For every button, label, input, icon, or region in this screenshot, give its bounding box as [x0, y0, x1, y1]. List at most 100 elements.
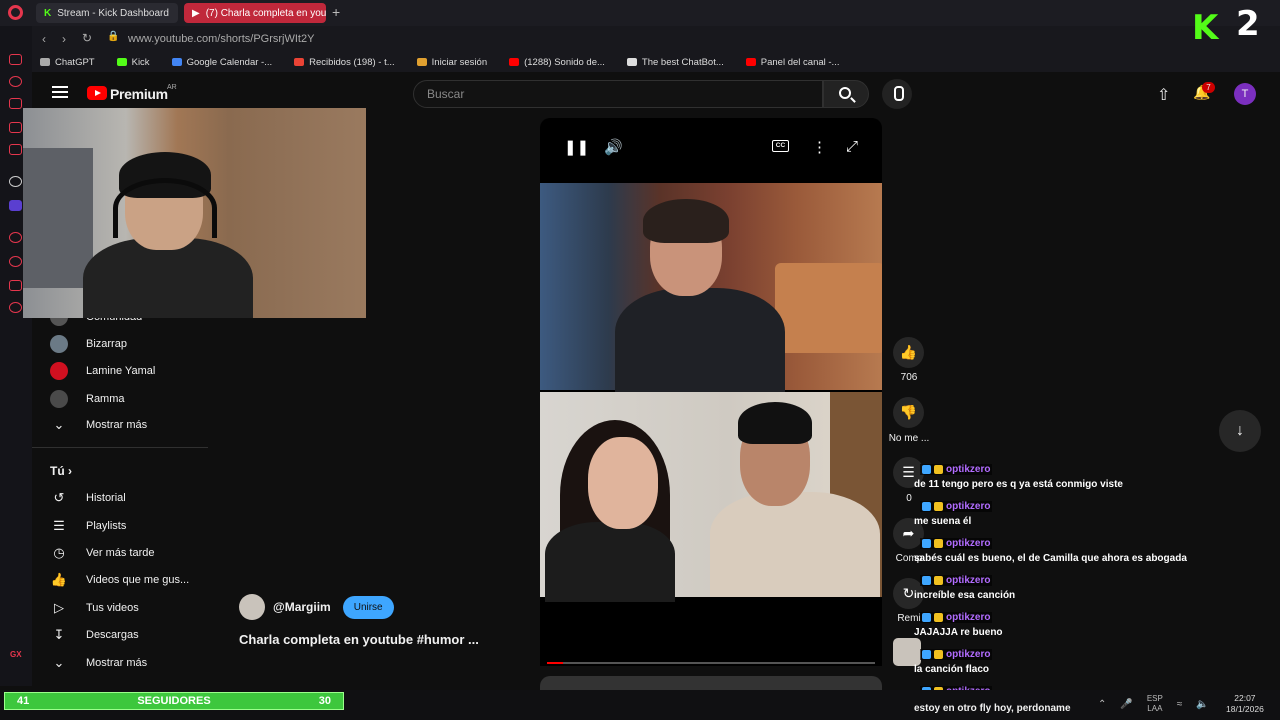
- sidebar-item-ramma[interactable]: Ramma: [50, 390, 125, 408]
- sidebar-item-watch-later[interactable]: ◷ Ver más tarde: [50, 545, 154, 561]
- dislike-button[interactable]: 👎: [893, 397, 924, 428]
- lock-icon: 🔒: [107, 31, 120, 42]
- opera-logo-icon[interactable]: [8, 5, 23, 20]
- new-tab-button[interactable]: +: [332, 4, 340, 20]
- sidebar-settings-icon[interactable]: [9, 302, 22, 313]
- sidebar-item-playlists[interactable]: ☰ Playlists: [50, 518, 126, 534]
- volume-icon[interactable]: 🔊: [604, 138, 623, 156]
- next-short-preview[interactable]: [540, 676, 882, 690]
- wifi-icon[interactable]: ≈: [1177, 699, 1183, 710]
- url-field[interactable]: www.youtube.com/shorts/PGrsrjWIt2Y: [128, 33, 314, 45]
- sidebar-item-historial[interactable]: ↺ Historial: [50, 490, 126, 506]
- you-section: ↺ Historial ☰ Playlists ◷ Ver más tarde 👍 Vi…: [32, 480, 208, 680]
- avatar[interactable]: T: [1234, 83, 1256, 105]
- channel-avatar[interactable]: [239, 594, 265, 620]
- download-icon: ↧: [53, 627, 65, 642]
- channel-avatar: [50, 335, 68, 353]
- system-tray: ⌃ 🎤 ESP LAA ≈ 🔈: [1098, 694, 1209, 714]
- followers-label: SEGUIDORES: [137, 695, 211, 707]
- video-title[interactable]: Charla completa en youtube #humor ...: [239, 632, 479, 647]
- youtube-premium-label: Premium: [110, 86, 168, 102]
- streamer-webcam: [23, 108, 366, 318]
- like-button[interactable]: 👍: [893, 337, 924, 368]
- sidebar-history-icon[interactable]: [9, 256, 22, 267]
- bookmark-chatgpt[interactable]: ChatGPT: [40, 57, 95, 68]
- stream-chat-overlay: optikzero de 11 tengo pero es q ya está …: [912, 464, 1280, 692]
- bookmark-chatbot[interactable]: The best ChatBot...: [626, 57, 724, 68]
- microphone-icon[interactable]: 🎤: [1120, 699, 1132, 710]
- followers-goal: 30: [318, 695, 331, 707]
- sidebar-item-bizarrap[interactable]: Bizarrap: [50, 335, 127, 353]
- search-button[interactable]: [823, 80, 869, 108]
- video-progress-bar[interactable]: [547, 662, 875, 664]
- sidebar-app-icon[interactable]: [9, 122, 22, 133]
- tab-youtube[interactable]: ▶ (7) Charla completa en youtube: [184, 3, 326, 23]
- sidebar-item-your-videos[interactable]: ▷ Tus videos: [50, 600, 139, 616]
- search-icon: [839, 87, 851, 99]
- sidebar-chatgpt-icon[interactable]: [9, 176, 22, 187]
- join-button[interactable]: Unirse: [342, 595, 394, 619]
- bookmark-login[interactable]: Iniciar sesión: [416, 57, 487, 68]
- sidebar-player-icon[interactable]: [9, 232, 22, 243]
- video-icon: ▷: [54, 600, 64, 615]
- sidebar-extensions-icon[interactable]: [9, 280, 22, 291]
- notification-badge: 7: [1202, 82, 1215, 93]
- tab-kick-dashboard[interactable]: K Stream - Kick Dashboard: [36, 3, 178, 23]
- next-short-button[interactable]: ↓: [1219, 410, 1261, 452]
- chevron-down-icon: ⌄: [53, 655, 65, 670]
- sidebar-app-icon[interactable]: [9, 98, 22, 109]
- chat-username: optikzero: [920, 612, 993, 623]
- upload-icon[interactable]: ⇧: [1157, 85, 1170, 105]
- sidebar-show-more[interactable]: ⌄ Mostrar más: [50, 417, 148, 433]
- bookmark-youtube-sound[interactable]: (1288) Sonido de...: [509, 57, 605, 68]
- voice-search-icon[interactable]: [882, 79, 912, 109]
- channel-avatar: [50, 390, 68, 408]
- sidebar-app-icon[interactable]: [9, 200, 22, 211]
- you-section-header[interactable]: Tú ›: [50, 464, 72, 478]
- pause-icon[interactable]: ❚❚: [564, 138, 589, 156]
- system-clock[interactable]: 22:07 18/1/2026: [1226, 693, 1264, 715]
- badge-icon: [922, 539, 931, 548]
- region-code: AR: [167, 84, 177, 91]
- back-icon[interactable]: ‹: [42, 32, 46, 46]
- channel-name[interactable]: @Margiim: [273, 600, 331, 614]
- youtube-icon: [745, 58, 756, 66]
- sidebar-item-lamine-yamal[interactable]: Lamine Yamal: [50, 362, 155, 380]
- captions-button[interactable]: CC: [772, 140, 789, 152]
- speaker-icon: ▶: [192, 7, 200, 19]
- bookmarks-bar: ChatGPT Kick Google Calendar -... Recibi…: [32, 52, 1280, 72]
- divider: [32, 447, 208, 448]
- bookmark-calendar[interactable]: Google Calendar -...: [171, 57, 272, 68]
- fullscreen-icon[interactable]: ⤢: [846, 138, 858, 155]
- sidebar-app-icon[interactable]: [9, 144, 22, 155]
- chatbot-icon: [626, 58, 637, 66]
- youtube-logo-icon[interactable]: [87, 86, 107, 100]
- speaker-icon[interactable]: 🔈: [1196, 699, 1208, 710]
- language-indicator[interactable]: ESP LAA: [1147, 694, 1163, 714]
- sidebar-app-icon[interactable]: [9, 76, 22, 87]
- sidebar-item-liked-videos[interactable]: 👍 Videos que me gus...: [50, 572, 189, 588]
- chevron-up-icon[interactable]: ⌃: [1098, 699, 1106, 710]
- tab-label: Stream - Kick Dashboard: [57, 7, 169, 19]
- thumbs-up-icon: 👍: [50, 572, 68, 587]
- bookmark-gmail[interactable]: Recibidos (198) - t...: [294, 57, 395, 68]
- gx-icon[interactable]: GX: [10, 650, 22, 659]
- forward-icon[interactable]: ›: [62, 32, 66, 46]
- menu-icon[interactable]: [52, 86, 68, 98]
- bookmark-channel-panel[interactable]: Panel del canal -...: [745, 57, 839, 68]
- sidebar-app-icon[interactable]: [9, 54, 22, 65]
- kick-icon: K: [44, 7, 52, 19]
- crown-icon: [934, 576, 943, 585]
- bookmark-kick[interactable]: Kick: [116, 57, 150, 68]
- chat-message: la canción flaco: [914, 664, 990, 675]
- more-options-icon[interactable]: ⋮: [812, 138, 827, 156]
- sidebar-show-more[interactable]: ⌄ Mostrar más: [50, 655, 148, 671]
- chat-username: optikzero: [920, 501, 993, 512]
- chat-username: optikzero: [920, 575, 993, 586]
- arrow-down-icon: ↓: [1236, 422, 1244, 439]
- shorts-player[interactable]: ❚❚ 🔊 CC ⋮ ⤢: [540, 118, 882, 666]
- chat-message: JAJAJJA re bueno: [914, 627, 1003, 638]
- sidebar-item-downloads[interactable]: ↧ Descargas: [50, 627, 139, 643]
- reload-icon[interactable]: ↻: [82, 31, 92, 45]
- search-input[interactable]: Buscar: [413, 80, 823, 108]
